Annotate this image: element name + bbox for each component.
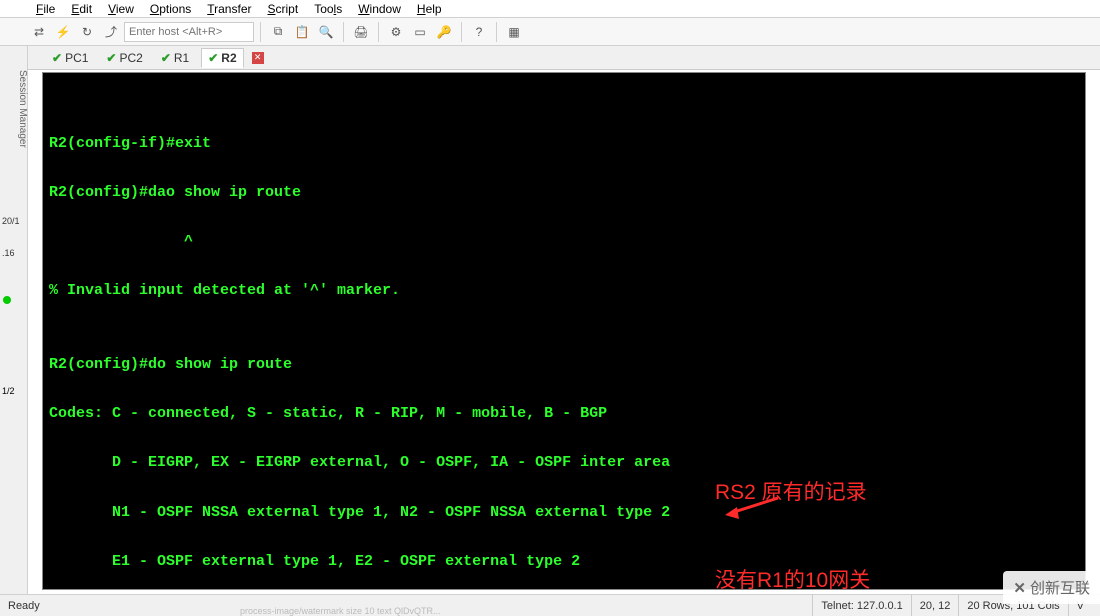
connected-check-icon: ✔ [52,51,62,65]
menu-options[interactable]: Options [150,2,191,16]
options-icon[interactable]: ⚙ [385,21,407,43]
tab-pc1[interactable]: ✔ PC1 [46,49,94,67]
main-content: ✔ PC1 ✔ PC2 ✔ R1 ✔ R2 ✕ R2(config-if)#ex… [28,46,1100,594]
tabbar: ✔ PC1 ✔ PC2 ✔ R1 ✔ R2 ✕ [28,46,1100,70]
terminal-line: % Invalid input detected at '^' marker. [43,279,1085,304]
host-input[interactable] [124,22,254,42]
menu-view[interactable]: View [108,2,134,16]
reconnect-icon[interactable]: ↻ [76,21,98,43]
session-manager-label: Session Manager [14,66,28,152]
arrow-icon [723,493,783,523]
tab-r1[interactable]: ✔ R1 [155,49,195,67]
copy-icon[interactable]: ⧉ [267,21,289,43]
status-connection: Telnet: 127.0.0.1 [812,595,910,616]
statusbar: Ready Telnet: 127.0.0.1 20, 12 20 Rows, … [0,594,1100,616]
left-badge: 20/1 [0,216,28,226]
paste-icon[interactable]: 📋 [291,21,313,43]
disconnect-icon[interactable]: ⤴ [100,21,122,43]
tab-label: PC1 [65,51,88,65]
terminal-line: R2(config)#do show ip route [43,353,1085,378]
terminal-line: ^ [43,230,1085,255]
menu-window[interactable]: Window [358,2,401,16]
watermark-logo-icon: ✕ [1013,579,1026,597]
status-cursor-pos: 20, 12 [911,595,959,616]
watermark-text: 创新互联 [1030,577,1090,598]
terminal-line: N1 - OSPF NSSA external type 1, N2 - OSP… [43,501,1085,526]
node-active-icon [3,296,11,304]
help-icon[interactable]: ? [468,21,490,43]
key-icon[interactable]: 🔑 [433,21,455,43]
left-badge: .16 [0,248,28,258]
footer-fragment: process-image/watermark size 10 text QlD… [240,606,441,616]
misc-icon[interactable]: ▦ [503,21,525,43]
menubar: FFileile Edit View Options Transfer Scri… [0,0,1100,18]
menu-script[interactable]: Script [268,2,299,16]
terminal-line: Codes: C - connected, S - static, R - RI… [43,402,1085,427]
terminal-line: D - EIGRP, EX - EIGRP external, O - OSPF… [43,451,1085,476]
status-ready: Ready [8,600,40,612]
connected-check-icon: ✔ [161,51,171,65]
quick-connect-icon[interactable]: ⚡ [52,21,74,43]
tab-label: PC2 [119,51,142,65]
tab-label: R1 [174,51,189,65]
terminal-line: R2(config)#dao show ip route [43,181,1085,206]
toolbar: ⇄ ⚡ ↻ ⤴ ⧉ 📋 🔍 🖨 ⚙ ▭ 🔑 ? ▦ [0,18,1100,46]
left-badges: 20/1 .16 [0,216,28,260]
connect-icon[interactable]: ⇄ [28,21,50,43]
menu-tools[interactable]: Tools [314,2,342,16]
menu-file[interactable]: FFileile [36,2,55,16]
connected-check-icon: ✔ [208,51,218,65]
close-tab-icon[interactable]: ✕ [252,52,264,64]
find-icon[interactable]: 🔍 [315,21,337,43]
annotation-line: 没有R1的10网关 [715,566,870,590]
terminal[interactable]: R2(config-if)#exit R2(config)#dao show i… [42,72,1086,590]
left-badge: 1/2 [2,386,15,396]
tab-pc2[interactable]: ✔ PC2 [100,49,148,67]
print-icon[interactable]: 🖨 [350,21,372,43]
watermark: ✕ 创新互联 [1003,571,1100,604]
session-options-icon[interactable]: ▭ [409,21,431,43]
terminal-line: E1 - OSPF external type 1, E2 - OSPF ext… [43,550,1085,575]
menu-transfer[interactable]: Transfer [207,2,251,16]
terminal-line: R2(config-if)#exit [43,132,1085,157]
menu-help[interactable]: Help [417,2,442,16]
connected-check-icon: ✔ [106,51,116,65]
tab-label: R2 [221,51,236,65]
menu-edit[interactable]: Edit [71,2,92,16]
session-manager-panel[interactable]: Session Manager 20/1 .16 1/2 [0,46,28,594]
tab-r2[interactable]: ✔ R2 [201,48,243,68]
